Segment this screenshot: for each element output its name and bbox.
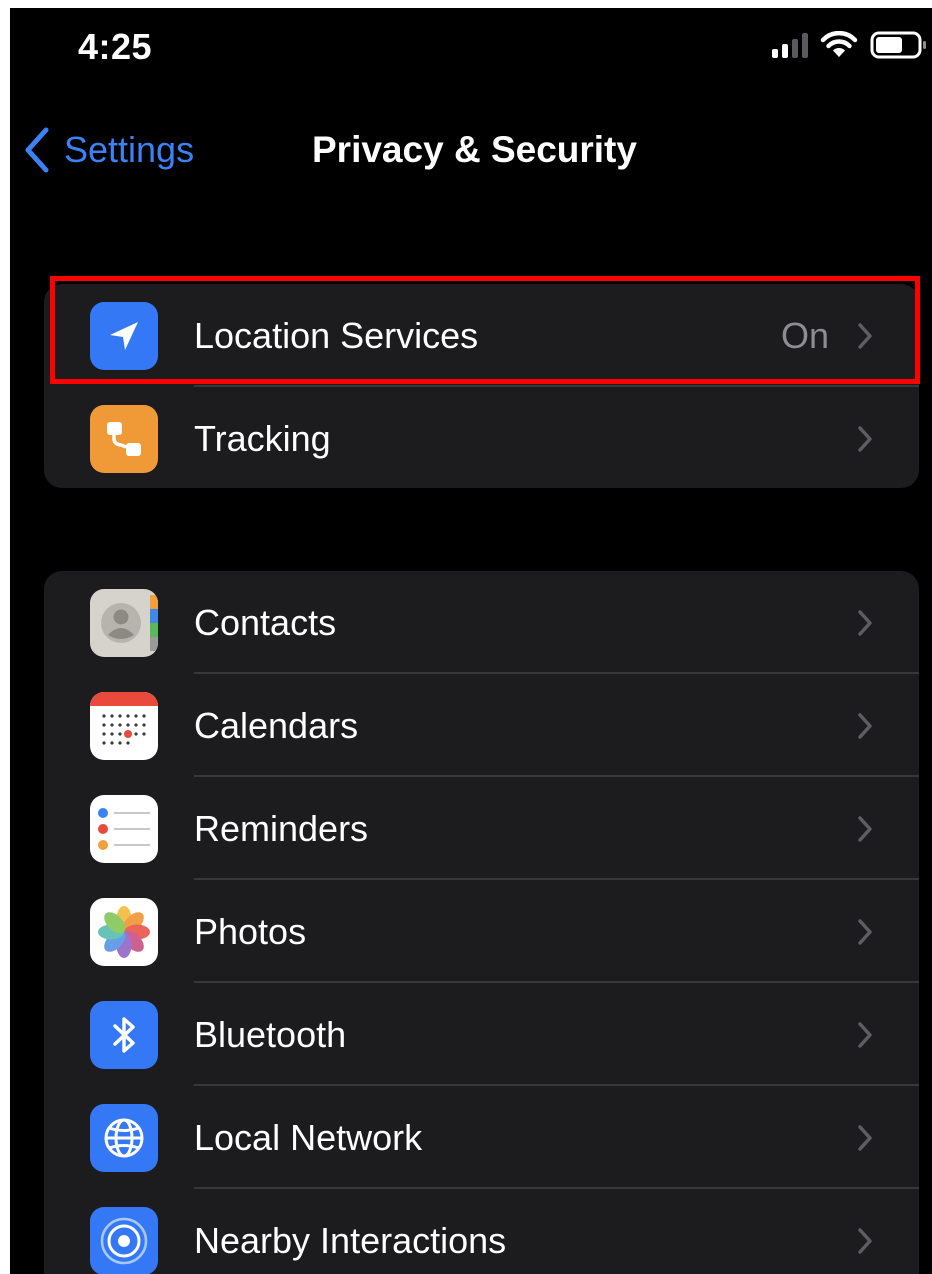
status-icons: [772, 28, 928, 62]
local-network-row[interactable]: Local Network: [44, 1086, 919, 1189]
page-title: Privacy & Security: [312, 129, 637, 170]
navigation-bar: Settings Privacy & Security: [10, 120, 932, 180]
chevron-right-icon: [858, 322, 872, 349]
location-services-label: Location Services: [194, 314, 479, 356]
back-button[interactable]: Settings: [24, 120, 194, 180]
nearby-interactions-row[interactable]: Nearby Interactions: [44, 1189, 919, 1274]
chevron-right-icon: [858, 1124, 872, 1151]
globe-icon: [90, 1103, 158, 1172]
chevron-left-icon: [25, 127, 49, 173]
location-services-value: On: [780, 314, 829, 356]
calendars-label: Calendars: [194, 704, 359, 746]
nearby-interactions-label: Nearby Interactions: [194, 1219, 507, 1261]
photos-row[interactable]: Photos: [44, 880, 919, 983]
wifi-icon: [820, 31, 858, 57]
photos-label: Photos: [194, 910, 307, 952]
chevron-right-icon: [858, 918, 872, 945]
reminders-row[interactable]: Reminders: [44, 777, 919, 880]
contacts-label: Contacts: [194, 601, 337, 643]
contacts-icon: [90, 588, 158, 657]
back-label: Settings: [64, 129, 195, 170]
location-arrow-icon: [90, 301, 158, 370]
bluetooth-label: Bluetooth: [194, 1013, 347, 1055]
location-services-row[interactable]: Location Services On: [44, 284, 919, 387]
status-time: 4:25: [78, 26, 153, 67]
chevron-right-icon: [858, 609, 872, 636]
bluetooth-row[interactable]: Bluetooth: [44, 983, 919, 1086]
tracking-label: Tracking: [194, 417, 331, 459]
bluetooth-icon: [90, 1000, 158, 1069]
tracking-icon: [90, 404, 158, 473]
local-network-label: Local Network: [194, 1116, 423, 1158]
reminders-label: Reminders: [194, 807, 369, 849]
tracking-row[interactable]: Tracking: [44, 387, 919, 488]
phone-screen: 4:25 Settings Privacy & Security Locatio…: [10, 8, 932, 1274]
app-permissions-group: Contacts Calendars Reminders Photos Blue…: [44, 571, 919, 1274]
privacy-top-group: Location Services On Tracking: [44, 284, 919, 488]
chevron-right-icon: [858, 815, 872, 842]
battery-icon: [870, 31, 926, 59]
chevron-right-icon: [858, 425, 872, 452]
chevron-right-icon: [858, 712, 872, 739]
calendars-row[interactable]: Calendars: [44, 674, 919, 777]
chevron-right-icon: [858, 1021, 872, 1048]
photos-icon: [90, 897, 158, 966]
chevron-right-icon: [858, 1227, 872, 1254]
calendar-icon: [90, 691, 158, 760]
nearby-icon: [90, 1206, 158, 1274]
reminders-icon: [90, 794, 158, 863]
cellular-signal-icon: [772, 32, 808, 58]
contacts-row[interactable]: Contacts: [44, 571, 919, 674]
